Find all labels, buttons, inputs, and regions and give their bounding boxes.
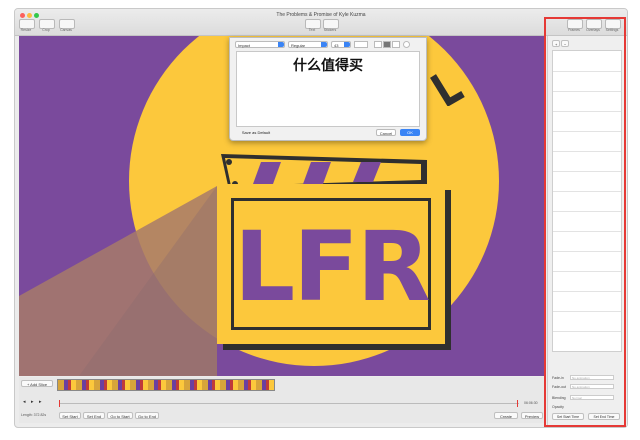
go-to-end-button[interactable]: Go to End xyxy=(135,412,159,419)
chevron-down-icon xyxy=(321,42,327,47)
chevron-down-icon xyxy=(344,42,350,47)
resize-label: Resize xyxy=(20,28,32,32)
crop-label: Crop xyxy=(42,28,50,32)
canvas-label: Canvas xyxy=(60,28,72,32)
scrubber-track[interactable] xyxy=(59,403,519,404)
preview-button[interactable]: Preview xyxy=(521,412,543,419)
board-border: LFR xyxy=(231,198,431,330)
cancel-button[interactable]: Cancel xyxy=(376,129,396,136)
time-readout: 06:06:30 xyxy=(524,401,538,405)
set-start-button[interactable]: Set Start xyxy=(59,412,81,419)
stickers-label: Stickers xyxy=(323,28,337,32)
end-marker[interactable] xyxy=(517,400,518,407)
settings-gear-icon[interactable] xyxy=(403,41,410,48)
add-slice-button[interactable]: + Add Slice xyxy=(21,380,53,387)
play-icon[interactable]: ▸ xyxy=(31,399,34,405)
font-select[interactable]: Impact xyxy=(235,41,285,48)
style-select-value: Regular xyxy=(291,43,306,48)
text-dialog: Impact Regular 43 什么值得买 Save as Default … xyxy=(229,37,427,141)
save-default-button[interactable]: Save as Default xyxy=(236,129,276,136)
text-input-value: 什么值得买 xyxy=(293,58,363,74)
chevron-down-icon xyxy=(278,42,284,47)
app-window: The Problems & Promise of Kyle Kuzma Res… xyxy=(14,8,628,428)
thumbnail-strip[interactable] xyxy=(57,379,275,391)
titlebar: The Problems & Promise of Kyle Kuzma Res… xyxy=(15,9,627,36)
align-left-icon[interactable] xyxy=(374,41,382,48)
font-select-value: Impact xyxy=(238,43,251,48)
ok-button[interactable]: OK xyxy=(400,129,420,136)
set-end-button[interactable]: Set End xyxy=(83,412,105,419)
text-tool-label: Text xyxy=(308,28,316,32)
size-select[interactable]: 43 xyxy=(331,41,351,48)
align-center-icon[interactable] xyxy=(383,41,391,48)
window-title: The Problems & Promise of Kyle Kuzma xyxy=(276,12,366,18)
color-well[interactable] xyxy=(354,41,368,48)
create-button[interactable]: Create xyxy=(494,412,518,419)
play-forward-icon[interactable]: ▸ xyxy=(39,399,42,405)
go-to-start-button[interactable]: Go to Start xyxy=(107,412,133,419)
highlight-frame xyxy=(544,17,626,427)
timeline-panel: + Add Slice ◂ ▸ ▸ 06:06:30 Length: 372.8… xyxy=(19,377,545,423)
play-back-icon[interactable]: ◂ xyxy=(23,399,26,405)
size-select-value: 43 xyxy=(334,43,339,48)
length-readout: Length: 372.82s xyxy=(21,413,47,417)
clapper-hinge-mark xyxy=(430,74,465,106)
style-select[interactable]: Regular xyxy=(288,41,328,48)
text-input[interactable]: 什么值得买 xyxy=(236,51,420,127)
align-right-icon[interactable] xyxy=(392,41,400,48)
clapper-board: LFR xyxy=(217,184,445,344)
logo-text: LFR xyxy=(234,211,431,323)
start-marker[interactable] xyxy=(59,400,60,407)
